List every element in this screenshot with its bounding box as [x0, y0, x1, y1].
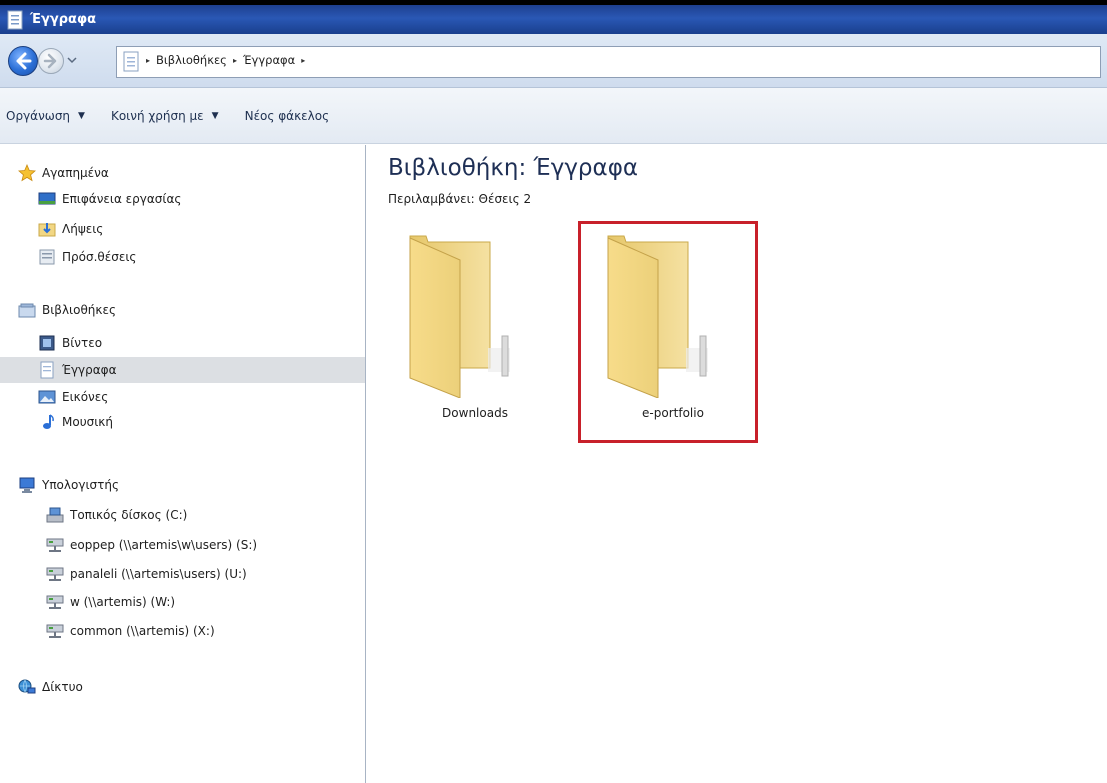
network-icon	[18, 678, 36, 696]
nav-drive-x-label: common (\\artemis) (X:)	[70, 624, 215, 638]
nav-pictures[interactable]: Εικόνες	[38, 385, 108, 409]
nav-drive-c[interactable]: Τοπικός δίσκος (C:)	[46, 503, 187, 527]
organize-button[interactable]: Οργάνωση ▼	[6, 109, 85, 123]
highlight-annotation-box	[578, 221, 758, 443]
document-icon	[6, 10, 24, 30]
share-with-label: Κοινή χρήση με	[110, 108, 204, 123]
breadcrumb-separator-icon[interactable]: ▸	[233, 56, 237, 65]
nav-network[interactable]: Δίκτυο	[18, 675, 83, 699]
nav-downloads[interactable]: Λήψεις	[38, 217, 103, 241]
nav-music-label: Μουσική	[62, 415, 113, 429]
folder-icon	[409, 235, 510, 399]
library-title: Βιβλιοθήκη: Έγγραφα	[388, 155, 639, 181]
nav-computer[interactable]: Υπολογιστής	[18, 473, 119, 497]
video-icon	[38, 334, 56, 352]
nav-favorites-label: Αγαπημένα	[42, 166, 109, 180]
nav-downloads-label: Λήψεις	[62, 222, 104, 236]
title-bar: Έγγραφα	[0, 0, 1107, 34]
nav-recent-places-label: Πρόσ.θέσεις	[62, 250, 137, 264]
nav-drive-s-label: eoppep (\\artemis\w\users) (S:)	[70, 538, 258, 552]
network-drive-icon	[46, 536, 64, 554]
breadcrumb-separator-icon[interactable]: ▸	[301, 56, 305, 65]
nav-recent-places[interactable]: Πρόσ.θέσεις	[38, 245, 136, 269]
nav-network-label: Δίκτυο	[42, 680, 83, 694]
libraries-icon	[18, 301, 36, 319]
network-drive-icon	[46, 565, 64, 583]
nav-drive-c-label: Τοπικός δίσκος (C:)	[70, 508, 188, 522]
nav-music[interactable]: Μουσική	[38, 410, 113, 434]
arrow-left-icon	[16, 52, 32, 70]
nav-drive-x[interactable]: common (\\artemis) (X:)	[46, 619, 215, 643]
computer-icon	[18, 476, 36, 494]
forward-button[interactable]	[38, 48, 64, 74]
downloads-folder-icon	[38, 220, 56, 238]
nav-computer-label: Υπολογιστής	[42, 478, 119, 492]
nav-documents[interactable]: Έγγραφα	[38, 358, 117, 382]
breadcrumb-documents[interactable]: Έγγραφα	[243, 53, 295, 67]
nav-drive-w-label: w (\\artemis) (W:)	[70, 595, 176, 609]
network-drive-icon	[46, 622, 64, 640]
nav-drive-u-label: panaleli (\\artemis\users) (U:)	[70, 567, 247, 581]
nav-documents-label: Έγγραφα	[62, 363, 117, 377]
nav-drive-u[interactable]: panaleli (\\artemis\users) (U:)	[46, 562, 247, 586]
window-title: Έγγραφα	[30, 12, 97, 27]
nav-libraries[interactable]: Βιβλιοθήκες	[18, 298, 116, 322]
nav-drive-w[interactable]: w (\\artemis) (W:)	[46, 590, 175, 614]
network-drive-icon	[46, 593, 64, 611]
library-document-icon	[122, 51, 140, 73]
folder-downloads[interactable]	[400, 228, 550, 428]
back-button[interactable]	[8, 46, 38, 76]
star-icon	[18, 163, 36, 182]
nav-videos[interactable]: Βίντεο	[38, 331, 102, 355]
nav-videos-label: Βίντεο	[62, 336, 103, 350]
hard-drive-icon	[46, 506, 64, 524]
share-with-button[interactable]: Κοινή χρήση με ▼	[111, 109, 219, 123]
folder-downloads-label[interactable]: Downloads	[400, 406, 550, 420]
document-icon	[38, 361, 56, 379]
pictures-icon	[38, 388, 56, 406]
dropdown-arrow-icon: ▼	[211, 110, 219, 121]
music-icon	[38, 413, 56, 431]
recent-pages-dropdown[interactable]	[66, 54, 78, 66]
nav-desktop[interactable]: Επιφάνεια εργασίας	[38, 187, 181, 211]
nav-drive-s[interactable]: eoppep (\\artemis\w\users) (S:)	[46, 533, 257, 557]
address-row: ▸ Βιβλιοθήκες ▸ Έγγραφα ▸	[0, 34, 1107, 88]
nav-favorites[interactable]: Αγαπημένα	[18, 161, 109, 185]
chevron-down-icon	[67, 57, 77, 64]
nav-pictures-label: Εικόνες	[62, 390, 109, 404]
dropdown-arrow-icon: ▼	[78, 110, 85, 121]
command-bar: Οργάνωση ▼ Κοινή χρήση με ▼ Νέος φάκελος	[0, 88, 1107, 144]
nav-desktop-label: Επιφάνεια εργασίας	[62, 192, 182, 206]
navigation-pane: Αγαπημένα Επιφάνεια εργασίας Λήψεις Πρόσ…	[0, 145, 366, 783]
nav-libraries-label: Βιβλιοθήκες	[42, 303, 117, 317]
breadcrumb: ▸ Βιβλιοθήκες ▸ Έγγραφα ▸	[146, 53, 305, 67]
library-subtitle: Περιλαμβάνει: Θέσεις 2	[388, 192, 532, 206]
arrow-right-icon	[43, 53, 57, 69]
organize-label: Οργάνωση	[6, 108, 71, 123]
new-folder-button[interactable]: Νέος φάκελος	[245, 109, 330, 123]
breadcrumb-libraries[interactable]: Βιβλιοθήκες	[156, 53, 227, 67]
new-folder-label: Νέος φάκελος	[244, 108, 330, 123]
breadcrumb-separator-icon[interactable]: ▸	[146, 56, 150, 65]
desktop-icon	[38, 190, 56, 208]
recent-places-icon	[38, 248, 56, 266]
